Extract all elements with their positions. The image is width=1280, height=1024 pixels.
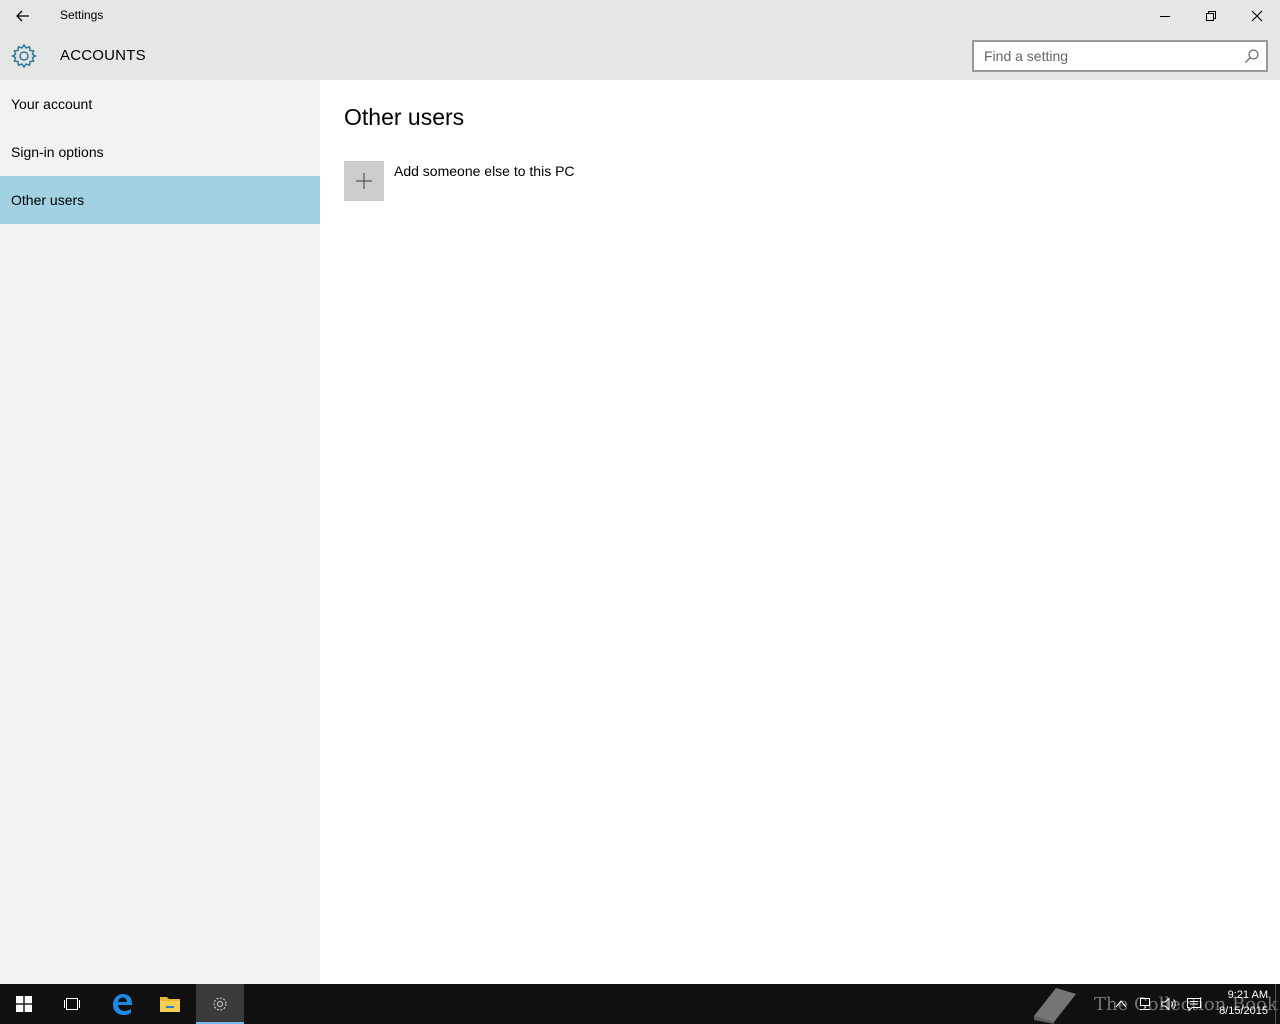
window-title: Settings bbox=[60, 8, 104, 22]
sidebar-item-label: Sign-in options bbox=[11, 144, 104, 160]
add-user-label: Add someone else to this PC bbox=[394, 163, 575, 179]
back-button[interactable] bbox=[0, 0, 46, 32]
volume-button[interactable] bbox=[1158, 984, 1180, 1024]
plus-tile[interactable] bbox=[344, 161, 384, 201]
volume-icon bbox=[1161, 997, 1176, 1011]
task-view-button[interactable] bbox=[48, 984, 96, 1024]
network-button[interactable] bbox=[1134, 984, 1156, 1024]
main-content: Other users Add someone else to this PC bbox=[320, 80, 1280, 984]
book-icon bbox=[1034, 988, 1076, 1024]
taskbar: The Collection Book 9:21 AM 8/15/2015 bbox=[0, 984, 1280, 1024]
clock-time: 9:21 AM bbox=[1227, 989, 1268, 1001]
clock-date: 8/15/2015 bbox=[1219, 1005, 1268, 1017]
search-input[interactable] bbox=[974, 42, 1234, 70]
minimize-button[interactable] bbox=[1142, 0, 1188, 32]
action-center-button[interactable] bbox=[1182, 984, 1206, 1024]
sidebar-item-label: Your account bbox=[11, 96, 93, 112]
clock[interactable]: 9:21 AM 8/15/2015 bbox=[1208, 987, 1268, 1019]
gear-icon bbox=[11, 43, 37, 69]
plus-icon bbox=[356, 173, 372, 189]
show-hidden-icons-button[interactable] bbox=[1110, 984, 1132, 1024]
action-center-icon bbox=[1187, 998, 1201, 1012]
folder-icon bbox=[160, 997, 180, 1012]
search-icon[interactable] bbox=[1244, 48, 1260, 64]
section-title: ACCOUNTS bbox=[60, 47, 146, 64]
show-desktop-button[interactable] bbox=[1275, 984, 1276, 1024]
start-button[interactable] bbox=[0, 984, 48, 1024]
settings-app-button[interactable] bbox=[196, 984, 244, 1024]
restore-button[interactable] bbox=[1188, 0, 1234, 32]
close-button[interactable] bbox=[1234, 0, 1280, 32]
add-user-button[interactable]: Add someone else to this PC bbox=[344, 161, 664, 201]
sidebar-item-other-users[interactable]: Other users bbox=[0, 176, 320, 224]
title-bar: Settings bbox=[0, 0, 1280, 32]
edge-button[interactable] bbox=[98, 984, 146, 1024]
back-arrow-icon bbox=[16, 10, 29, 22]
settings-header: ACCOUNTS bbox=[0, 32, 1280, 80]
search-box[interactable] bbox=[972, 40, 1268, 72]
windows-logo-icon bbox=[16, 996, 32, 1012]
close-icon bbox=[1251, 10, 1263, 22]
network-icon bbox=[1140, 998, 1150, 1010]
task-view-icon bbox=[64, 998, 80, 1010]
minimize-icon bbox=[1160, 16, 1170, 17]
edge-icon bbox=[113, 994, 132, 1015]
settings-app-icon bbox=[213, 997, 227, 1011]
sidebar: Your account Sign-in options Other users bbox=[0, 80, 320, 984]
sidebar-item-label: Other users bbox=[11, 192, 85, 208]
page-title: Other users bbox=[344, 104, 465, 130]
sidebar-item-sign-in-options[interactable]: Sign-in options bbox=[0, 128, 320, 176]
restore-icon bbox=[1206, 11, 1216, 21]
chevron-up-icon bbox=[1115, 1000, 1127, 1008]
sidebar-item-your-account[interactable]: Your account bbox=[0, 80, 320, 128]
file-explorer-button[interactable] bbox=[146, 984, 194, 1024]
